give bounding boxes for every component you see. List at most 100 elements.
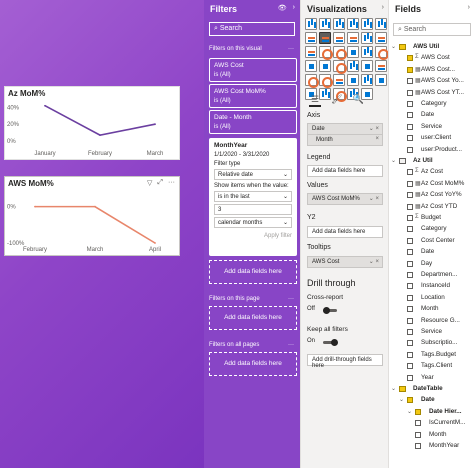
report-canvas[interactable]: Az MoM% 40% 20% 0% January February March AWS… bbox=[0, 0, 204, 468]
visual-type-icon[interactable] bbox=[319, 32, 331, 44]
data-point[interactable] bbox=[154, 123, 156, 126]
field-checkbox[interactable] bbox=[407, 363, 413, 370]
field-item[interactable]: Tags.Budget bbox=[389, 350, 474, 361]
az-mom-line-chart[interactable]: 40% 20% 0% January February March bbox=[5, 87, 181, 161]
field-item[interactable]: user:Client bbox=[389, 133, 474, 144]
more-options-icon[interactable]: ··· bbox=[288, 296, 294, 302]
values-field[interactable]: AWS Cost MoM% ⌄ × bbox=[307, 193, 383, 205]
field-item[interactable]: Category bbox=[389, 99, 474, 110]
cross-report-toggle[interactable]: Off bbox=[307, 306, 341, 316]
visual-type-icon[interactable] bbox=[319, 60, 331, 72]
analytics-tab-icon[interactable]: 🔍 bbox=[353, 94, 364, 107]
visual-type-icon[interactable] bbox=[347, 60, 359, 72]
close-icon[interactable]: ⌄ × bbox=[369, 195, 379, 202]
collapse-icon[interactable]: › bbox=[468, 4, 470, 11]
apply-filter-button[interactable]: Apply filter bbox=[214, 233, 292, 239]
y2-drop-zone[interactable]: Add data fields here bbox=[307, 226, 383, 238]
field-item[interactable]: Day bbox=[389, 259, 474, 270]
field-checkbox[interactable] bbox=[407, 66, 413, 73]
field-item[interactable]: ▦ AWS Cost YT... bbox=[389, 88, 474, 99]
filters-page-drop-zone[interactable]: Add data fields here bbox=[209, 306, 297, 330]
field-checkbox[interactable] bbox=[407, 306, 413, 313]
data-point[interactable] bbox=[94, 205, 96, 208]
visual-type-icon[interactable] bbox=[375, 74, 387, 86]
filters-all-drop-zone[interactable]: Add data fields here bbox=[209, 352, 297, 376]
visual-type-icon[interactable] bbox=[333, 32, 345, 44]
filter-card-date-month[interactable]: Date - Month is (All) bbox=[209, 110, 297, 134]
field-item[interactable]: Year bbox=[389, 373, 474, 384]
field-checkbox[interactable] bbox=[415, 420, 421, 427]
eye-icon[interactable]: 👁 bbox=[278, 4, 287, 12]
field-checkbox[interactable] bbox=[407, 146, 413, 153]
field-checkbox[interactable] bbox=[407, 374, 413, 381]
field-checkbox[interactable] bbox=[407, 317, 413, 324]
field-checkbox[interactable] bbox=[407, 272, 413, 278]
chevron-down-icon[interactable]: ⌄ bbox=[391, 385, 396, 392]
field-item[interactable]: ▦ Az Cost MoM% bbox=[389, 179, 474, 190]
field-item[interactable]: Σ Az Cost bbox=[389, 167, 474, 178]
filter-card-aws-cost-mom[interactable]: AWS Cost MoM% is (All) bbox=[209, 84, 297, 108]
visual-type-icon[interactable] bbox=[305, 32, 317, 44]
field-checkbox[interactable] bbox=[407, 78, 413, 85]
visual-type-icon[interactable] bbox=[361, 18, 373, 30]
field-checkbox[interactable] bbox=[407, 135, 413, 142]
field-item[interactable]: ▦ AWS Cost... bbox=[389, 65, 474, 76]
visual-type-icon[interactable] bbox=[375, 46, 389, 60]
visual-type-icon[interactable] bbox=[305, 74, 319, 88]
field-item[interactable]: Subscriptio... bbox=[389, 338, 474, 349]
field-checkbox[interactable] bbox=[407, 340, 413, 347]
field-checkbox[interactable] bbox=[407, 260, 413, 267]
field-item[interactable]: Date bbox=[389, 110, 474, 121]
field-checkbox[interactable] bbox=[407, 101, 413, 107]
field-item[interactable]: Resource G... bbox=[389, 316, 474, 327]
field-item[interactable]: Service bbox=[389, 122, 474, 133]
field-item[interactable]: Month bbox=[389, 304, 474, 315]
field-checkbox[interactable] bbox=[407, 215, 413, 221]
data-point[interactable] bbox=[44, 104, 46, 107]
filter-card-monthyear[interactable]: MonthYear 1/1/2020 - 3/31/2020 Filter ty… bbox=[209, 138, 297, 256]
field-checkbox[interactable] bbox=[407, 123, 413, 130]
aws-mom-line-chart[interactable]: 0%-100%February March April bbox=[5, 177, 181, 257]
field-item[interactable]: ▦ Az Cost YTD bbox=[389, 202, 474, 213]
visual-type-icon[interactable] bbox=[333, 18, 345, 30]
field-checkbox[interactable] bbox=[407, 249, 413, 256]
fields-tab-icon[interactable]: ☰ bbox=[309, 94, 322, 107]
chevron-down-icon[interactable]: ⌄ bbox=[407, 408, 412, 415]
field-item[interactable]: ⌄ Date Hier... bbox=[389, 407, 474, 418]
field-item[interactable]: Category bbox=[389, 224, 474, 235]
field-checkbox[interactable] bbox=[407, 397, 413, 404]
more-options-icon[interactable]: ··· bbox=[288, 342, 294, 348]
format-tab-icon[interactable]: 🖌 bbox=[331, 94, 342, 107]
data-point[interactable] bbox=[154, 242, 156, 244]
visual-type-icon[interactable] bbox=[305, 46, 317, 58]
visual-type-icon[interactable] bbox=[319, 46, 333, 60]
field-item[interactable]: Service bbox=[389, 327, 474, 338]
field-item[interactable]: Σ AWS Cost bbox=[389, 53, 474, 64]
field-checkbox[interactable] bbox=[415, 408, 421, 415]
visual-type-icon[interactable] bbox=[375, 32, 387, 44]
visual-type-icon[interactable] bbox=[319, 74, 333, 88]
visual-type-icon[interactable] bbox=[347, 46, 359, 58]
visual-type-icon[interactable] bbox=[375, 18, 387, 30]
field-checkbox[interactable] bbox=[407, 294, 413, 301]
visual-aws-mom[interactable]: AWS MoM% ▽ ⤢ ··· 0% -100% February March Apr… bbox=[4, 176, 180, 256]
visual-type-icon[interactable] bbox=[347, 74, 359, 86]
field-checkbox[interactable] bbox=[407, 180, 413, 187]
field-checkbox[interactable] bbox=[407, 112, 413, 119]
field-checkbox[interactable] bbox=[407, 192, 413, 199]
field-checkbox[interactable] bbox=[415, 431, 421, 438]
count-input[interactable]: 3 bbox=[214, 204, 292, 215]
field-item[interactable]: Location bbox=[389, 293, 474, 304]
field-item[interactable]: ▦ Az Cost YoY% bbox=[389, 190, 474, 201]
legend-drop-zone[interactable]: Add data fields here bbox=[307, 165, 383, 177]
field-checkbox[interactable] bbox=[407, 283, 413, 290]
unit-dropdown[interactable]: calendar months ⌄ bbox=[214, 217, 292, 228]
collapse-icon[interactable]: › bbox=[382, 4, 384, 11]
filters-search-input[interactable]: ⌕ Search bbox=[209, 22, 295, 36]
filter-type-dropdown[interactable]: Relative date ⌄ bbox=[214, 169, 292, 180]
axis-field-month[interactable]: Month × bbox=[307, 134, 383, 146]
data-point[interactable] bbox=[34, 205, 36, 208]
field-checkbox[interactable] bbox=[415, 443, 421, 449]
visual-type-icon[interactable] bbox=[333, 46, 347, 60]
field-item[interactable]: MonthYear bbox=[389, 441, 474, 452]
